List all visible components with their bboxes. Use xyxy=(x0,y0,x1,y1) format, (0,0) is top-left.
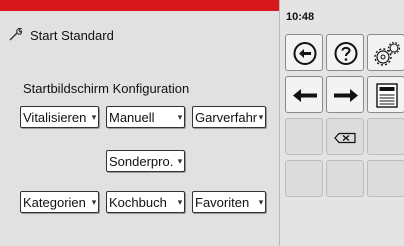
back-button[interactable] xyxy=(285,34,323,71)
keypad-empty-key xyxy=(367,160,404,197)
chevron-down-icon: ▾ xyxy=(258,196,264,207)
wrench-icon xyxy=(8,26,24,45)
backspace-button[interactable] xyxy=(326,118,364,155)
chevron-down-icon: ▾ xyxy=(177,111,183,122)
chevron-down-icon: ▾ xyxy=(177,155,183,166)
dropdown-kategorien[interactable]: Kategorien ▾ xyxy=(20,191,99,213)
dropdown-label: Vitalisieren xyxy=(23,109,87,125)
help-icon xyxy=(334,42,358,65)
arrow-left-button[interactable] xyxy=(285,76,323,113)
chevron-down-icon: ▾ xyxy=(258,111,264,122)
help-button[interactable] xyxy=(326,34,364,71)
dropdown-label: Favoriten xyxy=(195,194,250,210)
chevron-down-icon: ▾ xyxy=(91,111,97,122)
dropdown-manuell[interactable]: Manuell ▾ xyxy=(106,106,185,128)
page-title: Start Standard xyxy=(8,26,114,44)
chevron-down-icon: ▾ xyxy=(177,196,183,207)
keyboard-icon xyxy=(376,83,398,108)
settings-button[interactable] xyxy=(367,34,404,71)
dropdown-kochbuch[interactable]: Kochbuch ▾ xyxy=(106,191,185,213)
keypad-empty-key xyxy=(285,118,323,155)
back-circle-icon xyxy=(293,42,317,65)
settings-gears-icon xyxy=(374,41,401,66)
dropdown-favoriten[interactable]: Favoriten ▾ xyxy=(192,191,266,213)
arrow-right-icon xyxy=(334,89,358,102)
arrow-left-icon xyxy=(293,89,317,102)
config-heading: Startbildschirm Konfiguration xyxy=(23,81,190,96)
backspace-icon xyxy=(334,132,356,144)
dropdown-label: Kategorien xyxy=(23,194,86,210)
dropdown-label: Garverfahr xyxy=(195,109,257,125)
chevron-down-icon: ▾ xyxy=(91,196,97,207)
dropdown-garverfahr[interactable]: Garverfahr ▾ xyxy=(192,106,266,128)
page-title-text: Start Standard xyxy=(30,27,114,43)
keypad-empty-key xyxy=(326,160,364,197)
keypad-empty-key xyxy=(285,160,323,197)
dropdown-label: Sonderpro. xyxy=(109,153,174,169)
keypad-empty-key xyxy=(367,118,404,155)
arrow-right-button[interactable] xyxy=(326,76,364,113)
dropdown-label: Manuell xyxy=(109,109,155,125)
dropdown-vitalisieren[interactable]: Vitalisieren ▾ xyxy=(20,106,99,128)
header-accent-bar xyxy=(0,0,279,11)
dropdown-label: Kochbuch xyxy=(109,194,167,210)
clock: 10:48 xyxy=(286,11,315,23)
dropdown-sonderprogramme[interactable]: Sonderpro. ▾ xyxy=(106,150,185,172)
keyboard-button[interactable] xyxy=(367,76,404,113)
